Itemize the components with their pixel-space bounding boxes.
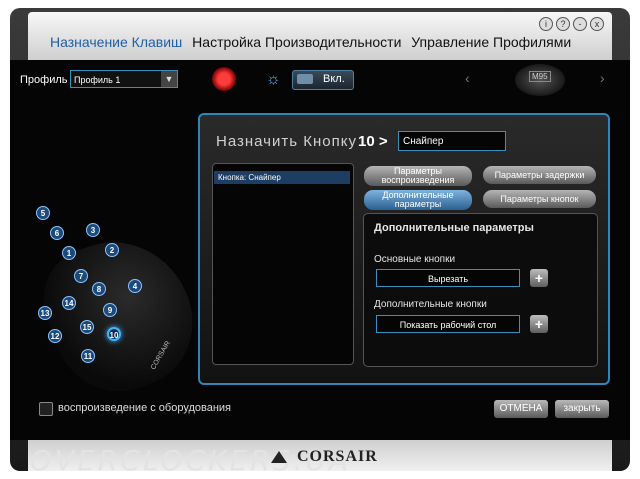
panel-title: Назначить Кнопку: [216, 133, 357, 150]
playback-settings-button[interactable]: Параметры воспроизведения: [364, 166, 472, 186]
assignment-list: Кнопка: Снайпер: [212, 163, 354, 365]
mouse-button-10[interactable]: 10: [107, 327, 121, 341]
chevron-down-icon[interactable]: ▼: [161, 71, 177, 87]
assign-button-panel: Назначить Кнопку 10 > Снайпер Кнопка: Сн…: [198, 113, 610, 385]
corsair-sail-icon: [271, 451, 287, 464]
delay-settings-button[interactable]: Параметры задержки: [483, 166, 596, 184]
key-number: 10: [358, 133, 375, 150]
info-icon[interactable]: i: [539, 17, 553, 31]
add-primary-button[interactable]: +: [530, 269, 548, 287]
profile-dropdown[interactable]: Профиль 1 ▼: [70, 70, 178, 88]
mouse-button-2[interactable]: 2: [105, 243, 119, 257]
mouse-button-3[interactable]: 3: [86, 223, 100, 237]
brand-logo: CORSAIR: [270, 448, 378, 466]
chevron-right-icon[interactable]: ›: [600, 70, 605, 86]
device-model: M95: [529, 71, 551, 82]
lighting-toggle[interactable]: Вкл.: [292, 70, 354, 90]
profile-label: Профиль: [20, 74, 68, 86]
tab-performance-settings[interactable]: Настройка Производительности: [192, 34, 401, 50]
additional-settings-button[interactable]: Дополнительные параметры: [364, 190, 472, 210]
mouse-button-7[interactable]: 7: [74, 269, 88, 283]
top-navigation-bar: Назначение Клавиш Настройка Производител…: [28, 12, 612, 60]
key-name-input[interactable]: Снайпер: [398, 131, 506, 151]
secondary-buttons-field[interactable]: Показать рабочий стол: [376, 315, 520, 333]
mouse-button-5[interactable]: 5: [36, 206, 50, 220]
list-item[interactable]: Кнопка: Снайпер: [214, 171, 350, 184]
window-controls: i ? - x: [539, 17, 604, 31]
brand-text: CORSAIR: [297, 448, 378, 465]
mouse-button-1[interactable]: 1: [62, 246, 76, 260]
subpanel-title: Дополнительные параметры: [374, 222, 534, 234]
close-icon[interactable]: x: [590, 17, 604, 31]
mouse-button-15[interactable]: 15: [80, 320, 94, 334]
cancel-button[interactable]: ОТМЕНА: [494, 400, 548, 418]
mouse-button-11[interactable]: 11: [81, 349, 95, 363]
profile-value: Профиль 1: [74, 75, 121, 85]
minimize-icon[interactable]: -: [573, 17, 587, 31]
mouse-button-12[interactable]: 12: [48, 329, 62, 343]
mouse-button-6[interactable]: 6: [50, 226, 64, 240]
selected-key-number: 10 >: [358, 133, 388, 150]
primary-buttons-label: Основные кнопки: [374, 254, 456, 265]
device-image: M95: [515, 64, 565, 96]
hardware-playback-checkbox[interactable]: [39, 402, 53, 416]
main-tabs: Назначение Клавиш Настройка Производител…: [50, 34, 577, 50]
toggle-label: Вкл.: [323, 73, 345, 85]
mouse-button-9[interactable]: 9: [103, 303, 117, 317]
secondary-buttons-label: Дополнительные кнопки: [374, 299, 487, 310]
close-button[interactable]: закрыть: [555, 400, 609, 418]
toggle-knob: [297, 74, 313, 84]
tab-profile-management[interactable]: Управление Профилями: [411, 34, 571, 50]
mouse-button-4[interactable]: 4: [128, 279, 142, 293]
light-icon: ☼: [266, 71, 281, 88]
mouse-diagram: [20, 200, 212, 410]
mouse-image: [28, 220, 212, 410]
chevron-left-icon[interactable]: ‹: [465, 70, 470, 86]
mouse-button-8[interactable]: 8: [92, 282, 106, 296]
record-macro-button[interactable]: [212, 67, 236, 91]
tab-key-assignment[interactable]: Назначение Клавиш: [50, 34, 182, 50]
mouse-button-13[interactable]: 13: [38, 306, 52, 320]
mouse-button-14[interactable]: 14: [62, 296, 76, 310]
primary-buttons-field[interactable]: Вырезать: [376, 269, 520, 287]
hardware-playback-label: воспроизведение с оборудования: [58, 402, 232, 414]
additional-settings-panel: Дополнительные параметры Основные кнопки…: [363, 213, 598, 367]
help-icon[interactable]: ?: [556, 17, 570, 31]
arrow-right-icon: >: [378, 133, 388, 150]
button-settings-button[interactable]: Параметры кнопок: [483, 190, 596, 208]
add-secondary-button[interactable]: +: [530, 315, 548, 333]
